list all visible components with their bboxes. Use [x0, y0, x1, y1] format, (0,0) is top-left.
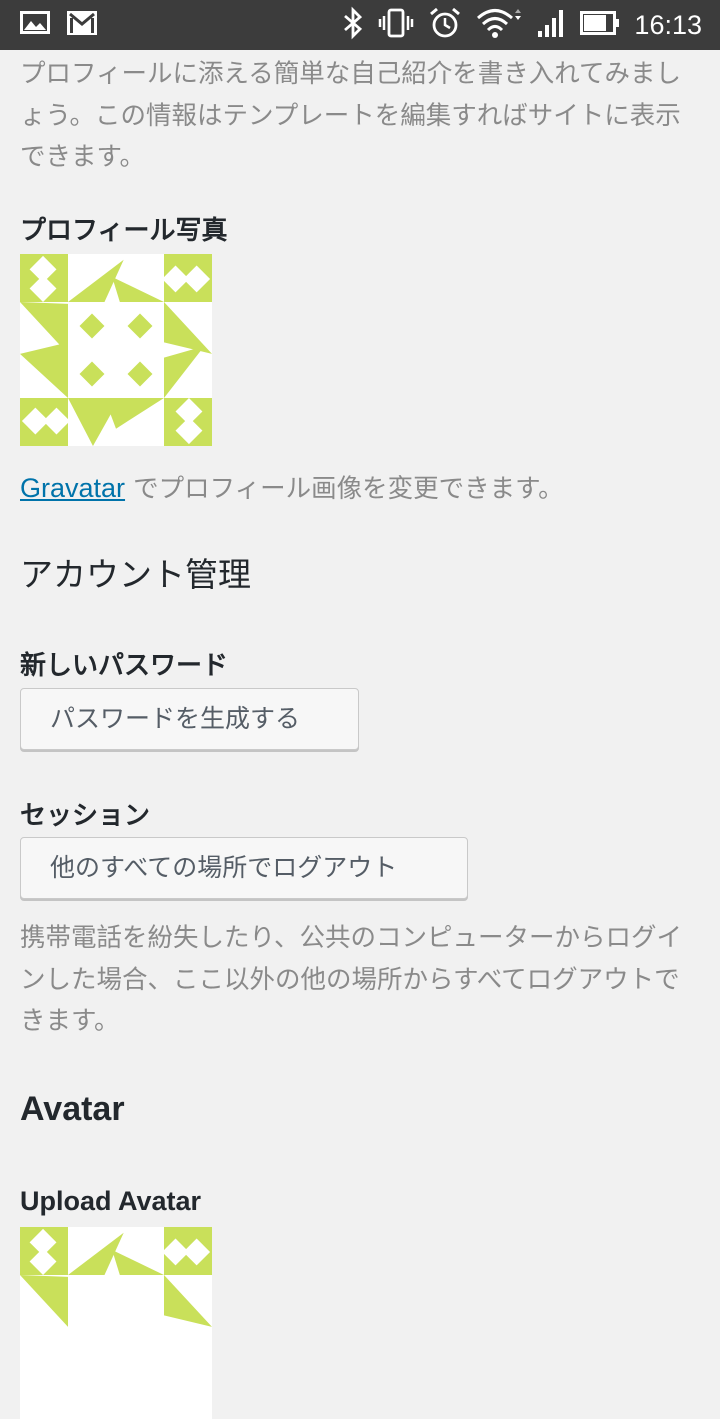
image-icon — [20, 9, 50, 41]
logout-everywhere-button[interactable]: 他のすべての場所でログアウト — [20, 837, 468, 899]
clock: 16:13 — [634, 9, 702, 40]
system-icons: 16:13 — [342, 6, 702, 44]
upload-avatar-label: Upload Avatar — [20, 1186, 202, 1216]
sessions-label: セッション — [20, 801, 151, 831]
profile-identicon — [20, 254, 212, 446]
gmail-icon — [66, 9, 98, 41]
gravatar-link[interactable]: Gravatar — [20, 473, 125, 503]
notification-icons — [20, 9, 98, 41]
battery-icon — [580, 10, 620, 40]
avatar-heading: Avatar — [20, 1090, 125, 1128]
vibrate-icon — [378, 6, 414, 44]
bluetooth-icon — [342, 6, 364, 44]
bio-description: プロフィールに添える簡単な自己紹介を書き入れてみましょう。この情報はテンプレート… — [20, 59, 681, 172]
new-password-label: 新しいパスワード — [20, 651, 229, 681]
status-bar: 16:13 — [0, 0, 720, 50]
avatar-identicon[interactable] — [20, 1227, 212, 1419]
alarm-icon — [428, 6, 462, 44]
profile-photo-label: プロフィール写真 — [20, 216, 228, 246]
sessions-description: 携帯電話を紛失したり、公共のコンピューターからログインした場合、ここ以外の他の場… — [20, 923, 682, 1036]
gravatar-note: Gravatar でプロフィール画像を変更できます。 — [20, 468, 564, 505]
signal-icon — [536, 8, 566, 42]
generate-password-button[interactable]: パスワードを生成する — [20, 688, 359, 750]
gravatar-note-text: でプロフィール画像を変更できます。 — [125, 474, 564, 504]
account-management-heading: アカウント管理 — [20, 555, 251, 594]
wifi-icon — [476, 6, 522, 44]
